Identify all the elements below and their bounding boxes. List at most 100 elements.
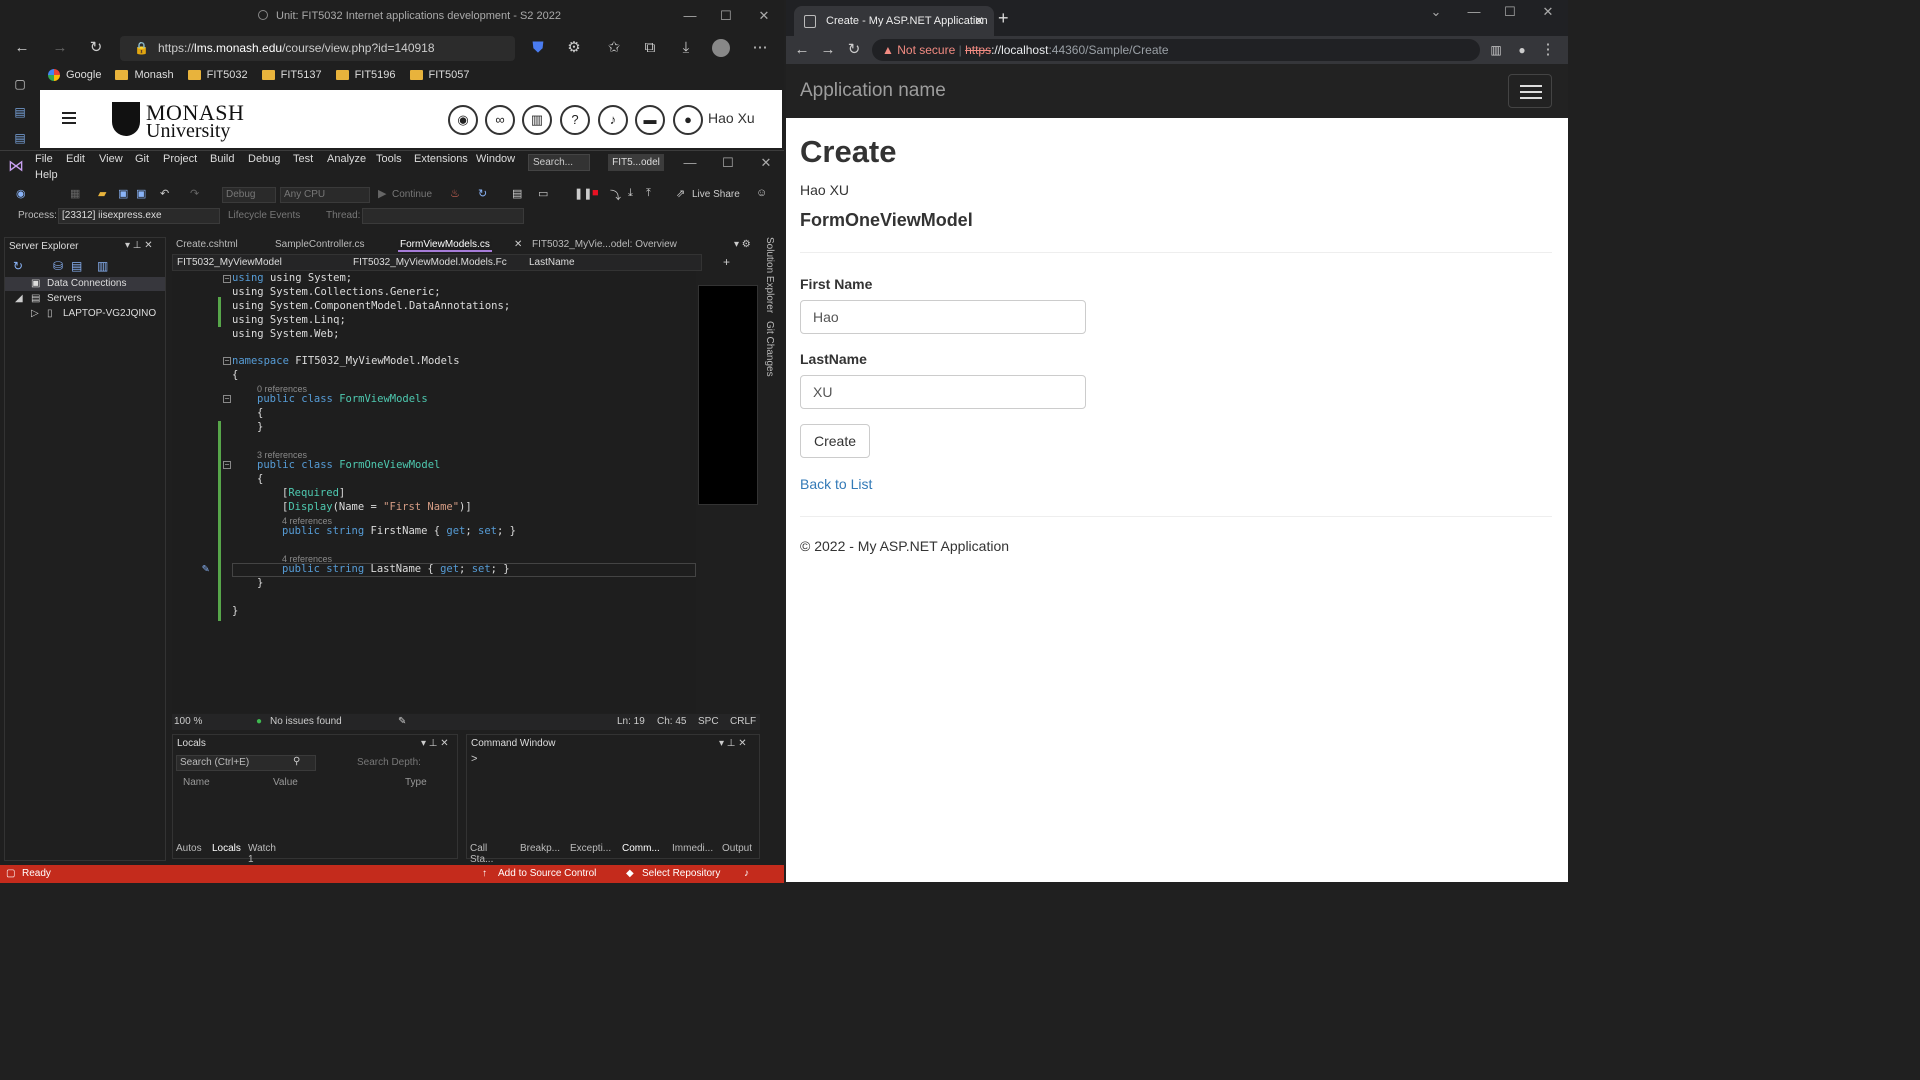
menu-view[interactable]: View (99, 153, 123, 165)
notification-bell-icon[interactable]: ♪ (598, 105, 628, 135)
fold-icon[interactable]: − (223, 357, 231, 365)
navbar-toggle-button[interactable] (1508, 74, 1552, 108)
thread-dropdown[interactable] (362, 208, 524, 224)
not-secure-label[interactable]: Not secure (897, 43, 955, 57)
connect-server-icon[interactable]: ▤ (71, 259, 82, 273)
bitwarden-icon[interactable]: ⛊ (528, 38, 548, 58)
fold-icon[interactable]: − (223, 275, 231, 283)
first-name-input[interactable]: Hao (800, 300, 1086, 334)
tab-overflow-icon[interactable]: ▾ ⚙ (734, 239, 751, 250)
maximize-icon[interactable]: ☐ (716, 8, 736, 24)
user-avatar-icon[interactable]: ● (673, 105, 703, 135)
fold-icon[interactable]: − (223, 461, 231, 469)
back-to-list-link[interactable]: Back to List (800, 476, 872, 492)
bookmark-fit5196[interactable]: FIT5196 (335, 64, 396, 86)
zoom-dropdown[interactable]: 100 % (174, 716, 202, 727)
tab-watch[interactable]: Watch 1 (248, 843, 276, 865)
back-icon[interactable]: ← (12, 38, 32, 58)
solution-explorer-tab[interactable]: Solution Explorer (764, 237, 775, 313)
code-minimap[interactable] (698, 285, 758, 505)
process-dropdown[interactable]: [23312] iisexpress.exe (58, 208, 220, 224)
close-icon[interactable]: ✕ (754, 8, 774, 24)
tab-output[interactable]: Output (722, 843, 752, 854)
menu-build[interactable]: Build (210, 153, 234, 165)
bookmark-fit5137[interactable]: FIT5137 (261, 64, 322, 86)
bookmark-fit5032[interactable]: FIT5032 (187, 64, 248, 86)
minimize-icon[interactable]: — (680, 8, 700, 23)
column-header-name[interactable]: Name (183, 777, 210, 788)
save-all-icon[interactable]: ▣ (136, 187, 146, 203)
bookmark-monash[interactable]: Monash (115, 64, 174, 86)
address-bar[interactable]: 🔒 https://lms.monash.edu/course/view.php… (120, 36, 515, 61)
git-changes-tab[interactable]: Git Changes (764, 321, 775, 377)
profile-icon[interactable]: ● (1512, 40, 1532, 60)
help-icon[interactable]: ? (560, 105, 590, 135)
library-icon[interactable]: ▥ (522, 105, 552, 135)
create-button[interactable]: Create (800, 424, 870, 458)
vs-close-icon[interactable]: ✕ (756, 155, 776, 171)
redo-icon[interactable]: ↷ (190, 187, 199, 203)
split-icon[interactable]: + (723, 255, 730, 269)
forward-icon[interactable]: → (50, 38, 70, 58)
tab-breakpoints[interactable]: Breakp... (520, 843, 560, 854)
messages-icon[interactable]: ▬ (635, 105, 665, 135)
monash-logo[interactable]: MONASH University (112, 100, 244, 142)
step-out-icon[interactable]: ⤒ (646, 187, 651, 203)
vs-search-box[interactable]: Search... (528, 154, 590, 171)
collections-icon[interactable]: ⧉ (640, 38, 660, 58)
extensions-icon[interactable]: ⚙ (564, 38, 584, 58)
forward-icon[interactable]: → (818, 40, 838, 60)
tab-form-view-models[interactable]: FormViewModels.cs (398, 239, 492, 252)
refresh-icon[interactable]: ↻ (86, 38, 106, 58)
link-icon[interactable]: ∞ (485, 105, 515, 135)
chrome-maximize-icon[interactable]: ☐ (1500, 4, 1520, 20)
panel-options-icon[interactable]: ▾ ⊥ ✕ (125, 240, 153, 251)
last-name-input[interactable]: XU (800, 375, 1086, 409)
continue-label[interactable]: Continue (392, 189, 432, 205)
tab-overview[interactable]: FIT5032_MyVie...odel: Overview (532, 239, 677, 250)
vertical-tab-icon[interactable]: ▤ (10, 128, 30, 148)
quick-actions-brush-icon[interactable]: ✎ (202, 561, 209, 575)
menu-edit[interactable]: Edit (66, 153, 85, 165)
save-icon[interactable]: ▣ (118, 187, 128, 203)
download-icon[interactable]: ⤓ (676, 38, 696, 58)
step-into-icon[interactable]: ⤓ (628, 187, 633, 203)
tab-search-icon[interactable]: ⌄ (1426, 4, 1446, 20)
column-header-value[interactable]: Value (273, 777, 298, 788)
browser-link-icon[interactable]: ▤ (512, 187, 522, 203)
layout-icon[interactable]: ▭ (538, 187, 548, 203)
connect-database-icon[interactable]: ⛁ (53, 259, 63, 273)
step-over-icon[interactable]: ⤵ (610, 187, 621, 203)
menu-debug[interactable]: Debug (248, 153, 280, 165)
favorites-icon[interactable]: ✩ (604, 38, 624, 58)
tab-autos[interactable]: Autos (176, 843, 202, 854)
user-name[interactable]: Hao Xu (708, 110, 755, 126)
tab-create-cshtml[interactable]: Create.cshtml (176, 239, 238, 250)
undo-icon[interactable]: ↶ (160, 187, 169, 203)
tab-locals[interactable]: Locals (212, 843, 241, 854)
tree-item-servers[interactable]: ◢ ▤ Servers (5, 292, 165, 306)
accessibility-icon[interactable]: ◉ (448, 105, 478, 135)
panel-options-icon[interactable]: ▾ ⊥ ✕ (421, 738, 449, 749)
chrome-close-icon[interactable]: ✕ (1538, 4, 1558, 20)
menu-analyze[interactable]: Analyze (327, 153, 366, 165)
tree-item-laptop[interactable]: ▷ ▯ LAPTOP-VG2JQINO (5, 307, 165, 321)
menu-tools[interactable]: Tools (376, 153, 402, 165)
type-dropdown[interactable]: FIT5032_MyViewModel.Models.Fc (353, 257, 507, 268)
fold-icon[interactable]: − (223, 395, 231, 403)
hot-reload-icon[interactable]: ♨ (450, 187, 460, 203)
back-icon[interactable]: ← (792, 40, 812, 60)
tree-item-data-connections[interactable]: ▣ Data Connections (5, 277, 165, 291)
more-icon[interactable]: ⋯ (750, 38, 770, 58)
add-source-control-button[interactable]: Add to Source Control (498, 868, 596, 879)
tab-exceptions[interactable]: Excepti... (570, 843, 611, 854)
pause-icon[interactable]: ❚❚ (574, 187, 592, 203)
navbar-brand[interactable]: Application name (800, 80, 946, 102)
tab-call-stack[interactable]: Call Sta... (470, 843, 493, 865)
tab-actions-icon[interactable]: ▢ (10, 74, 30, 94)
refresh-icon[interactable]: ↻ (13, 259, 23, 273)
menu-help[interactable]: Help (35, 169, 58, 181)
vertical-tab-icon[interactable]: ▤ (10, 102, 30, 122)
chrome-menu-icon[interactable]: ⋮ (1538, 40, 1558, 60)
bookmark-fit5057[interactable]: FIT5057 (409, 64, 470, 86)
